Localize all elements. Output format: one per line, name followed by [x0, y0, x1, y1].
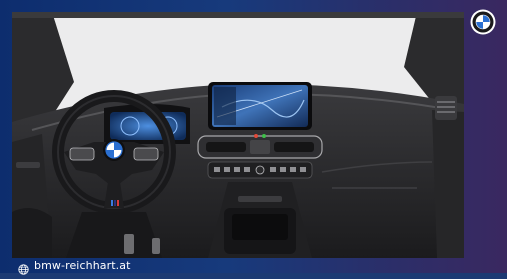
dealer-website-footer[interactable]: bmw-reichhart.at	[0, 258, 507, 275]
globe-icon	[18, 260, 29, 275]
car-interior-photo	[12, 12, 464, 258]
bmw-roundel-icon	[470, 9, 496, 35]
cockpit-illustration	[12, 12, 464, 258]
branded-frame: bmw-reichhart.at	[0, 0, 507, 275]
website-url-link[interactable]: bmw-reichhart.at	[34, 259, 131, 272]
